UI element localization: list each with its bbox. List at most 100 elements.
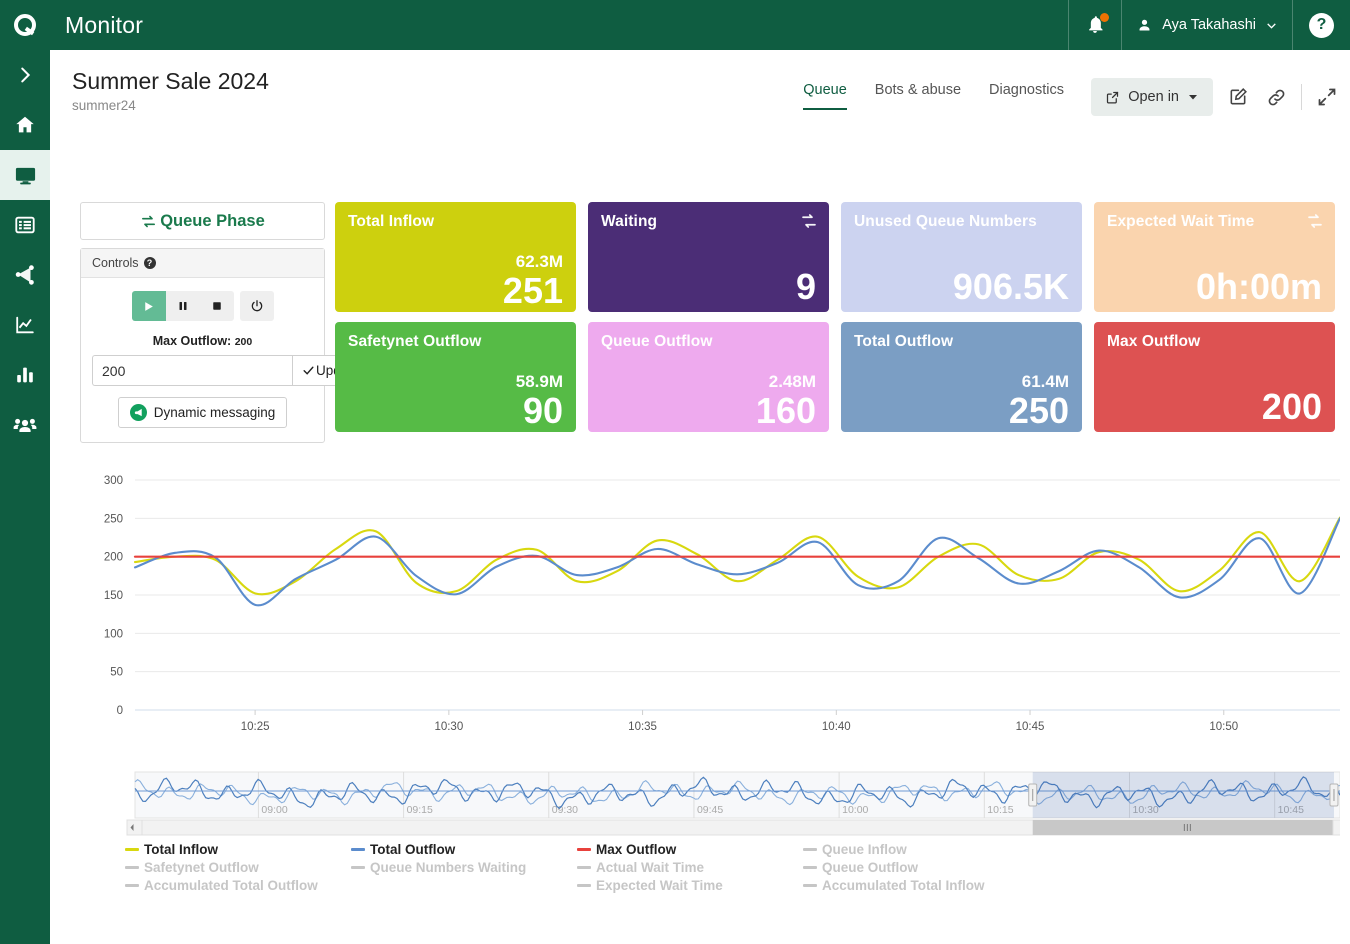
svg-text:10:45: 10:45 — [1016, 721, 1045, 733]
queue-phase-button[interactable]: Queue Phase — [80, 202, 325, 240]
notifications-button[interactable] — [1068, 0, 1121, 50]
open-in-button[interactable]: Open in — [1091, 78, 1213, 116]
max-outflow-caption: Max Outflow: — [152, 334, 232, 348]
kpi-sub-value: 62.3M — [515, 252, 563, 271]
legend-item-accumulated-total-inflow[interactable]: Accumulated Total Inflow — [803, 876, 1029, 894]
kpi-tile-safetynet-outflow[interactable]: Safetynet Outflow 58.9M 90 — [335, 322, 576, 432]
page-header: Summer Sale 2024 summer24 Queue Bots & a… — [50, 50, 1350, 128]
queue-phase-label: Queue Phase — [160, 211, 265, 230]
sidebar-item-reports[interactable] — [0, 350, 50, 400]
transport-group — [131, 291, 234, 321]
legend-item-safetynet-outflow[interactable]: Safetynet Outflow — [125, 858, 351, 876]
svg-text:100: 100 — [104, 628, 123, 640]
kpi-title: Max Outflow — [1107, 333, 1201, 350]
fullscreen-expand-icon — [1318, 88, 1336, 106]
kpi-tile-max-outflow[interactable]: Max Outflow 200 — [1094, 322, 1335, 432]
help-icon[interactable]: ? — [143, 257, 156, 269]
sidebar-item-monitor[interactable] — [0, 150, 50, 200]
sidebar-item-list[interactable] — [0, 200, 50, 250]
fullscreen-button[interactable] — [1314, 84, 1340, 110]
header-divider — [1301, 84, 1302, 110]
page-content: Summer Sale 2024 summer24 Queue Bots & a… — [50, 50, 1350, 944]
legend-item-queue-inflow[interactable]: Queue Inflow — [803, 840, 1029, 858]
refresh-icon[interactable] — [800, 212, 818, 235]
svg-text:50: 50 — [110, 667, 123, 679]
user-name: Aya Takahashi — [1162, 17, 1256, 33]
legend-swatch — [125, 865, 139, 869]
help-button[interactable]: ? — [1292, 0, 1350, 50]
kpi-tile-expected-wait-time[interactable]: Expected Wait Time 0h:00m — [1094, 202, 1335, 312]
legend-item-accumulated-total-outflow[interactable]: Accumulated Total Outflow — [125, 876, 351, 894]
svg-text:10:35: 10:35 — [628, 721, 657, 733]
link-chain-icon — [1268, 89, 1284, 105]
legend-label: Total Inflow — [144, 841, 218, 857]
time-series-chart[interactable]: 0 50 100 150 200 250 300 10:25 10:30 10:35 10:40 10… — [78, 458, 1342, 758]
kpi-tile-queue-outflow[interactable]: Queue Outflow 2.48M 160 — [588, 322, 829, 432]
exchange-arrows-icon — [142, 215, 156, 227]
controls-title: Controls — [92, 256, 139, 270]
svg-text:200: 200 — [104, 552, 123, 564]
svg-text:0: 0 — [117, 705, 123, 717]
legend-item-queue-outflow[interactable]: Queue Outflow — [803, 858, 1029, 876]
max-outflow-label: Max Outflow: 200 — [92, 334, 313, 348]
legend-item-actual-wait-time[interactable]: Actual Wait Time — [577, 858, 803, 876]
power-button[interactable] — [239, 291, 274, 321]
tab-diagnostics[interactable]: Diagnostics — [989, 82, 1064, 110]
app-logo[interactable] — [0, 0, 50, 50]
legend-item-total-outflow[interactable]: Total Outflow — [351, 840, 577, 858]
kpi-title: Queue Outflow — [601, 333, 713, 350]
refresh-icon[interactable] — [1306, 212, 1324, 235]
sidebar-item-trends[interactable] — [0, 300, 50, 350]
svg-text:10:15: 10:15 — [987, 804, 1013, 816]
kpi-main-value: 250 — [1008, 390, 1069, 432]
external-link-icon — [1107, 91, 1119, 103]
tab-bots-abuse[interactable]: Bots & abuse — [875, 82, 961, 110]
legend-item-queue-numbers-waiting[interactable]: Queue Numbers Waiting — [351, 858, 577, 876]
kpi-tile-waiting[interactable]: Waiting 9 — [588, 202, 829, 312]
stop-button[interactable] — [199, 291, 234, 321]
legend-item-expected-wait-time[interactable]: Expected Wait Time — [577, 876, 803, 894]
share-network-icon — [15, 265, 34, 285]
dynamic-messaging-button[interactable]: Dynamic messaging — [117, 397, 288, 428]
controls-column: Queue Phase Controls ? Max Outflow: 200 … — [80, 202, 370, 443]
pause-button[interactable] — [165, 291, 200, 321]
edit-button[interactable] — [1225, 84, 1251, 110]
page-title: Summer Sale 2024 — [72, 68, 269, 94]
sidebar-item-share[interactable] — [0, 250, 50, 300]
play-button[interactable] — [131, 291, 166, 321]
sidebar-item-expand[interactable] — [0, 50, 50, 100]
legend-label: Queue Numbers Waiting — [370, 859, 527, 875]
svg-text:10:40: 10:40 — [822, 721, 851, 733]
user-menu[interactable]: Aya Takahashi — [1121, 0, 1292, 50]
chart-navigator[interactable]: 09:00 09:15 09:30 09:45 10:00 10:15 10:30 10:45 — [78, 770, 1349, 836]
kpi-title: Total Inflow — [348, 213, 435, 230]
legend-label: Queue Inflow — [822, 841, 907, 857]
sidebar-item-home[interactable] — [0, 100, 50, 150]
legend-item-total-inflow[interactable]: Total Inflow — [125, 840, 351, 858]
kpi-tile-total-outflow[interactable]: Total Outflow 61.4M 250 — [841, 322, 1082, 432]
copy-link-button[interactable] — [1263, 84, 1289, 110]
kpi-row-2: Safetynet Outflow 58.9M 90 Queue Outflow… — [335, 322, 1335, 432]
svg-text:300: 300 — [104, 475, 123, 487]
svg-text:10:50: 10:50 — [1209, 721, 1238, 733]
kpi-title: Waiting — [601, 213, 658, 230]
max-outflow-row: Update — [92, 355, 370, 386]
kpi-tile-unused-queue-numbers[interactable]: Unused Queue Numbers 906.5K — [841, 202, 1082, 312]
monitor-icon — [15, 167, 35, 184]
kpi-title: Safetynet Outflow — [348, 333, 482, 350]
kpi-tile-total-inflow[interactable]: Total Inflow 62.3M 251 — [335, 202, 576, 312]
legend-label: Total Outflow — [370, 841, 456, 857]
kpi-main-value: 251 — [502, 270, 563, 312]
tab-queue[interactable]: Queue — [803, 82, 847, 110]
legend-swatch — [803, 883, 817, 887]
svg-text:09:00: 09:00 — [261, 804, 287, 816]
sidebar-item-users[interactable] — [0, 400, 50, 450]
legend-label: Queue Outflow — [822, 859, 918, 875]
max-outflow-input[interactable] — [92, 355, 292, 386]
svg-text:09:30: 09:30 — [552, 804, 578, 816]
legend-label: Actual Wait Time — [596, 859, 705, 875]
legend-item-max-outflow[interactable]: Max Outflow — [577, 840, 803, 858]
legend-swatch — [577, 865, 591, 869]
chevron-down-icon — [1189, 95, 1197, 100]
legend-swatch — [351, 847, 365, 851]
